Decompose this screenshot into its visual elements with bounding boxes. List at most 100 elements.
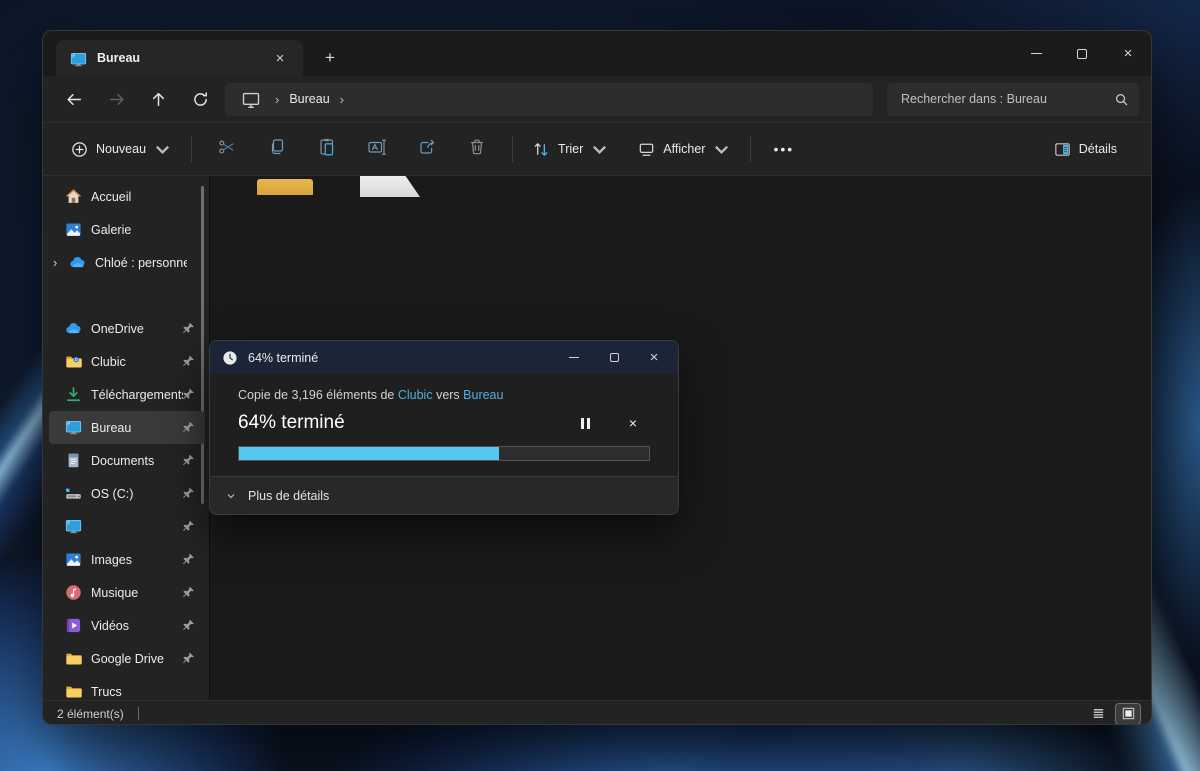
sidebar-item-documents[interactable]: Documents [49,444,205,477]
sidebar-item-clubic[interactable]: D Clubic [49,345,205,378]
details-pane-button[interactable]: Détails [1044,133,1133,166]
delete-button[interactable] [458,131,496,167]
view-button[interactable]: Afficher [628,133,740,166]
progress-bar [238,446,650,461]
pin-icon [182,355,195,368]
close-button[interactable]: × [1105,31,1151,76]
home-icon [65,188,82,205]
more-options-button[interactable]: ••• [761,141,806,157]
svg-text:D: D [75,357,78,362]
maximize-button[interactable] [1059,31,1105,76]
more-details-label: Plus de détails [248,489,329,503]
pause-button[interactable] [568,409,602,437]
copy-message-middle: vers [433,388,464,402]
music-icon [65,584,82,601]
sidebar-item-telechargements[interactable]: Téléchargements [49,378,205,411]
paste-icon [317,137,337,162]
toolbar-divider [512,136,513,162]
dialog-close-button[interactable]: × [634,341,674,374]
search-box[interactable] [887,83,1139,116]
sidebar-item-label: Téléchargements [91,388,183,402]
share-button[interactable] [408,131,446,167]
back-icon [66,91,83,108]
copy-icon [267,137,287,162]
thumbnail-view-button[interactable] [1115,703,1141,725]
desktop-icon [70,51,87,66]
sidebar-item-label: Musique [91,586,138,600]
up-button[interactable] [141,82,175,116]
pause-icon [587,418,590,429]
sidebar-item-onedrive[interactable]: OneDrive [49,312,205,345]
tab-bureau[interactable]: Bureau × [56,40,303,76]
breadcrumb-chevron-icon: › [265,92,289,107]
tab-close-icon[interactable]: × [267,46,293,70]
dialog-title: 64% terminé [248,351,554,365]
pin-icon [182,322,195,335]
source-folder-link[interactable]: Clubic [398,388,433,402]
dialog-maximize-button[interactable] [594,341,634,374]
paste-button[interactable] [308,131,346,167]
refresh-button[interactable] [183,82,217,116]
new-button[interactable]: Nouveau [61,133,181,166]
destination-folder-link[interactable]: Bureau [463,388,503,402]
clock-icon [222,350,238,366]
chevron-right-icon[interactable]: › [53,255,69,270]
sidebar-item-chloe-personnelle[interactable]: › Chloé : personnelle [49,246,205,279]
sidebar-item-label: Trucs [91,685,122,699]
forward-icon [108,91,125,108]
folder-icon [65,650,82,667]
view-button-label: Afficher [663,142,705,156]
main-area: AccueilGalerie › Chloé : personnelle OneDri… [43,176,1151,700]
dialog-minimize-button[interactable] [554,341,594,374]
sidebar-item-galerie[interactable]: Galerie [49,213,205,246]
sidebar-item-label: Bureau [91,421,131,435]
back-button[interactable] [57,82,91,116]
sidebar-item-musique[interactable]: Musique [49,576,205,609]
copy-button[interactable] [258,131,296,167]
more-details-toggle[interactable]: Plus de détails [210,476,678,514]
share-icon [417,137,437,162]
sidebar-item-unlabeled[interactable] [49,510,205,543]
breadcrumb-chevron-icon[interactable]: › [330,92,354,107]
chevron-down-icon [153,140,172,159]
sidebar-item-label: Chloé : personnelle [95,256,187,270]
pin-icon [182,388,195,401]
items-count: 2 élément(s) [57,707,124,721]
breadcrumb-item-bureau[interactable]: Bureau [289,92,329,106]
chevron-down-icon [590,140,609,159]
delete-icon [467,137,487,162]
toolbar-divider [750,136,751,162]
sidebar-item-videos[interactable]: Vidéos [49,609,205,642]
folder-item-icon[interactable] [257,179,313,195]
sidebar-item-bureau[interactable]: Bureau [49,411,205,444]
sidebar-item-google-drive[interactable]: Google Drive [49,642,205,675]
details-view-button[interactable] [1085,703,1111,725]
sidebar-item-accueil[interactable]: Accueil [49,180,205,213]
search-input[interactable] [901,92,1114,106]
dialog-titlebar[interactable]: 64% terminé × [210,341,678,374]
cancel-copy-button[interactable]: × [616,409,650,437]
desktop-icon [65,419,82,436]
forward-button[interactable] [99,82,133,116]
file-item-icon[interactable] [360,176,420,197]
sidebar-item-label: Clubic [91,355,126,369]
command-bar: Nouveau Trier Afficher ••• Détails [43,122,1151,176]
sidebar-item-images[interactable]: Images [49,543,205,576]
sidebar-item-os-c[interactable]: OS (C:) [49,477,205,510]
sort-button-label: Trier [558,142,583,156]
maximize-icon [1077,49,1087,59]
progress-bar-fill [239,447,499,460]
address-bar[interactable]: › Bureau › [225,83,873,116]
file-explorer-window: Bureau × + × › Bureau › [42,30,1152,725]
onedrive-icon [69,254,86,271]
sort-button[interactable]: Trier [523,133,618,166]
sidebar-item-trucs[interactable]: Trucs [49,675,205,700]
folder-badge-icon: D [65,353,82,370]
rename-button[interactable] [358,131,396,167]
cut-button[interactable] [208,131,246,167]
new-tab-button[interactable]: + [315,44,345,72]
pin-icon [182,487,195,500]
minimize-button[interactable] [1013,31,1059,76]
sidebar-item-label: OS (C:) [91,487,133,501]
plus-circle-icon [70,140,89,159]
